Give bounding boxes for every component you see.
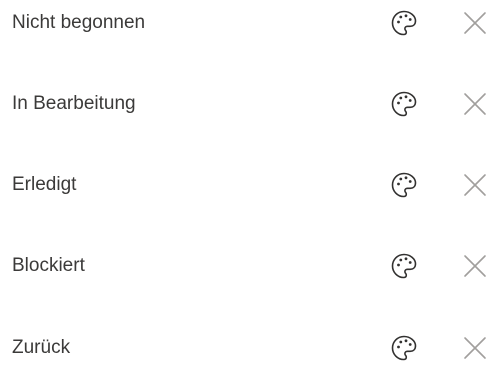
status-row: Zurück	[0, 328, 494, 365]
choose-color-button[interactable]	[386, 330, 422, 365]
palette-icon	[391, 10, 417, 36]
remove-status-button[interactable]	[457, 167, 493, 203]
palette-icon	[391, 335, 417, 361]
palette-icon	[391, 253, 417, 279]
status-label: Zurück	[12, 337, 71, 358]
close-icon	[464, 12, 486, 34]
choose-color-button[interactable]	[386, 86, 422, 122]
remove-status-button[interactable]	[457, 248, 493, 284]
remove-status-button[interactable]	[457, 86, 493, 122]
remove-status-button[interactable]	[457, 5, 493, 41]
choose-color-button[interactable]	[386, 248, 422, 284]
status-list: Nicht begonnen In Bearbeitung Erledigt B…	[0, 0, 494, 365]
palette-icon	[391, 91, 417, 117]
status-label: Nicht begonnen	[12, 12, 146, 33]
status-label: Blockiert	[12, 255, 85, 276]
close-icon	[464, 337, 486, 359]
status-row: In Bearbeitung	[0, 84, 494, 124]
status-label: Erledigt	[12, 174, 77, 195]
close-icon	[464, 174, 486, 196]
choose-color-button[interactable]	[386, 167, 422, 203]
status-row: Erledigt	[0, 165, 494, 205]
choose-color-button[interactable]	[386, 5, 422, 41]
status-row: Blockiert	[0, 246, 494, 286]
status-label: In Bearbeitung	[12, 93, 136, 114]
close-icon	[464, 255, 486, 277]
status-row: Nicht begonnen	[0, 3, 494, 43]
remove-status-button[interactable]	[457, 330, 493, 365]
close-icon	[464, 93, 486, 115]
palette-icon	[391, 172, 417, 198]
